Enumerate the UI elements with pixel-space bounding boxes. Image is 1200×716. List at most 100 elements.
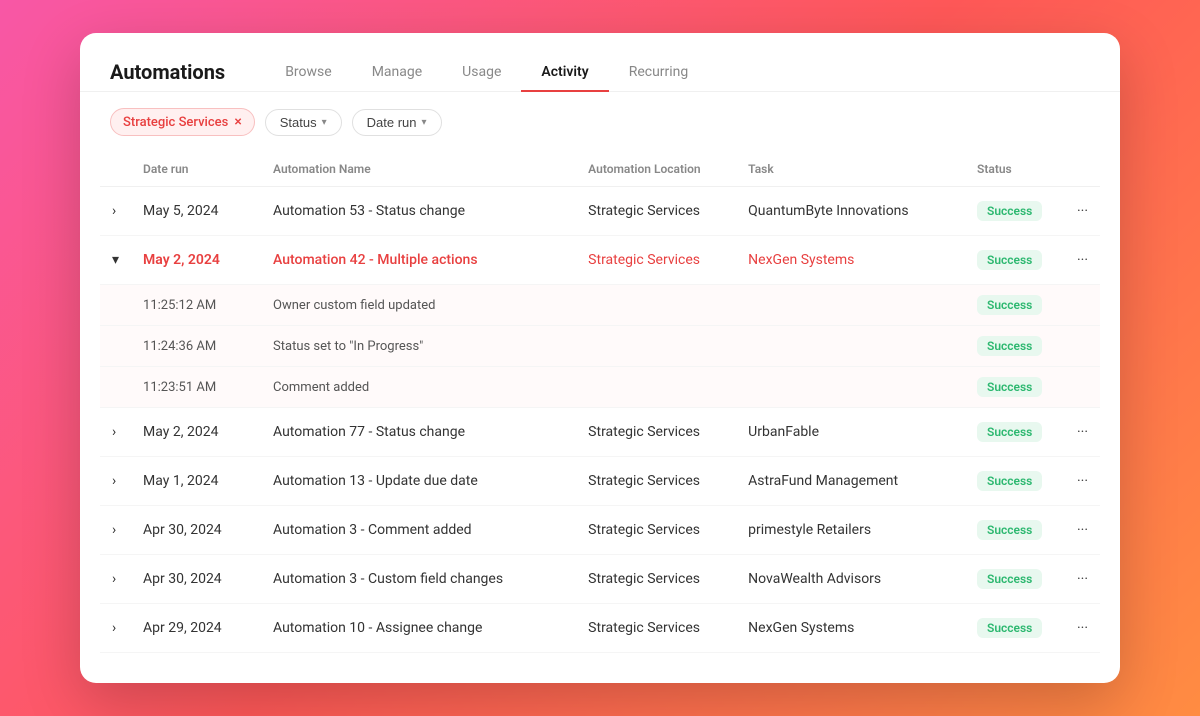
row-date: Apr 29, 2024	[131, 604, 261, 653]
tab-browse[interactable]: Browse	[265, 54, 351, 92]
sub-status-badge: Success	[977, 295, 1042, 315]
table-sub-row: 11:23:51 AM Comment added Success	[100, 367, 1100, 408]
page-title: Automations	[110, 60, 225, 84]
sub-task-empty	[736, 367, 965, 408]
row-task: NexGen Systems	[736, 236, 965, 285]
tab-manage[interactable]: Manage	[352, 54, 442, 92]
sub-expand-placeholder	[100, 367, 131, 408]
row-automation-name: Automation 10 - Assignee change	[261, 604, 576, 653]
row-task: NexGen Systems	[736, 604, 965, 653]
tab-usage[interactable]: Usage	[442, 54, 521, 92]
col-task: Task	[736, 152, 965, 187]
header: Automations Browse Manage Usage Activity…	[80, 33, 1120, 92]
row-status: Success	[965, 236, 1065, 285]
tab-recurring[interactable]: Recurring	[609, 54, 709, 92]
status-badge: Success	[977, 422, 1042, 442]
row-status: Success	[965, 604, 1065, 653]
table-header-row: Date run Automation Name Automation Loca…	[100, 152, 1100, 187]
status-badge: Success	[977, 520, 1042, 540]
col-menu	[1065, 152, 1100, 187]
row-expand-chevron[interactable]: ▾	[100, 236, 131, 285]
row-date: May 5, 2024	[131, 187, 261, 236]
filter-tag-label: Strategic Services	[123, 115, 228, 130]
row-automation-name: Automation 3 - Custom field changes	[261, 555, 576, 604]
row-menu[interactable]: ···	[1065, 408, 1100, 457]
row-status: Success	[965, 506, 1065, 555]
main-card: Automations Browse Manage Usage Activity…	[80, 33, 1120, 683]
status-badge: Success	[977, 569, 1042, 589]
row-date: Apr 30, 2024	[131, 506, 261, 555]
filter-tag-strategic[interactable]: Strategic Services ×	[110, 108, 255, 136]
row-menu[interactable]: ···	[1065, 457, 1100, 506]
row-automation-location: Strategic Services	[576, 604, 736, 653]
row-date: May 2, 2024	[131, 236, 261, 285]
table-row[interactable]: › May 5, 2024 Automation 53 - Status cha…	[100, 187, 1100, 236]
status-badge: Success	[977, 618, 1042, 638]
tab-activity[interactable]: Activity	[521, 54, 608, 92]
status-badge: Success	[977, 250, 1042, 270]
sub-menu-empty	[1065, 285, 1100, 326]
row-automation-name: Automation 3 - Comment added	[261, 506, 576, 555]
row-date: May 2, 2024	[131, 408, 261, 457]
row-menu[interactable]: ···	[1065, 506, 1100, 555]
table-row[interactable]: › May 2, 2024 Automation 77 - Status cha…	[100, 408, 1100, 457]
date-run-filter-chevron: ▾	[422, 117, 427, 128]
sub-location-empty	[576, 285, 736, 326]
sub-time: 11:25:12 AM	[131, 285, 261, 326]
nav-tabs: Browse Manage Usage Activity Recurring	[265, 53, 1090, 91]
row-automation-name: Automation 77 - Status change	[261, 408, 576, 457]
col-status: Status	[965, 152, 1065, 187]
sub-task-empty	[736, 285, 965, 326]
filter-tag-remove[interactable]: ×	[234, 114, 241, 130]
row-status: Success	[965, 187, 1065, 236]
row-menu[interactable]: ···	[1065, 604, 1100, 653]
sub-status: Success	[965, 326, 1065, 367]
sub-location-empty	[576, 326, 736, 367]
filters-bar: Strategic Services × Status ▾ Date run ▾	[80, 92, 1120, 152]
row-expand-chevron[interactable]: ›	[100, 187, 131, 236]
row-task: QuantumByte Innovations	[736, 187, 965, 236]
date-run-filter-button[interactable]: Date run ▾	[352, 109, 442, 136]
row-status: Success	[965, 555, 1065, 604]
row-expand-chevron[interactable]: ›	[100, 506, 131, 555]
row-task: AstraFund Management	[736, 457, 965, 506]
sub-status: Success	[965, 367, 1065, 408]
row-automation-location: Strategic Services	[576, 187, 736, 236]
table-row[interactable]: › May 1, 2024 Automation 13 - Update due…	[100, 457, 1100, 506]
sub-action: Owner custom field updated	[261, 285, 576, 326]
row-expand-chevron[interactable]: ›	[100, 604, 131, 653]
row-expand-chevron[interactable]: ›	[100, 457, 131, 506]
row-automation-location: Strategic Services	[576, 506, 736, 555]
row-automation-name: Automation 42 - Multiple actions	[261, 236, 576, 285]
row-automation-name: Automation 13 - Update due date	[261, 457, 576, 506]
sub-expand-placeholder	[100, 326, 131, 367]
sub-location-empty	[576, 367, 736, 408]
col-date-run: Date run	[131, 152, 261, 187]
row-automation-location: Strategic Services	[576, 408, 736, 457]
row-menu[interactable]: ···	[1065, 555, 1100, 604]
sub-menu-empty	[1065, 326, 1100, 367]
row-expand-chevron[interactable]: ›	[100, 408, 131, 457]
sub-time: 11:24:36 AM	[131, 326, 261, 367]
status-badge: Success	[977, 471, 1042, 491]
row-status: Success	[965, 408, 1065, 457]
row-date: Apr 30, 2024	[131, 555, 261, 604]
status-filter-button[interactable]: Status ▾	[265, 109, 342, 136]
date-run-filter-label: Date run	[367, 115, 417, 130]
col-automation-name: Automation Name	[261, 152, 576, 187]
table-sub-row: 11:24:36 AM Status set to "In Progress" …	[100, 326, 1100, 367]
row-task: UrbanFable	[736, 408, 965, 457]
table-sub-row: 11:25:12 AM Owner custom field updated S…	[100, 285, 1100, 326]
row-menu[interactable]: ···	[1065, 236, 1100, 285]
table-row[interactable]: › Apr 30, 2024 Automation 3 - Custom fie…	[100, 555, 1100, 604]
row-automation-name: Automation 53 - Status change	[261, 187, 576, 236]
row-status: Success	[965, 457, 1065, 506]
sub-time: 11:23:51 AM	[131, 367, 261, 408]
row-menu[interactable]: ···	[1065, 187, 1100, 236]
table-row[interactable]: › Apr 29, 2024 Automation 10 - Assignee …	[100, 604, 1100, 653]
status-badge: Success	[977, 201, 1042, 221]
row-expand-chevron[interactable]: ›	[100, 555, 131, 604]
table-row[interactable]: › Apr 30, 2024 Automation 3 - Comment ad…	[100, 506, 1100, 555]
col-expand	[100, 152, 131, 187]
table-row[interactable]: ▾ May 2, 2024 Automation 42 - Multiple a…	[100, 236, 1100, 285]
